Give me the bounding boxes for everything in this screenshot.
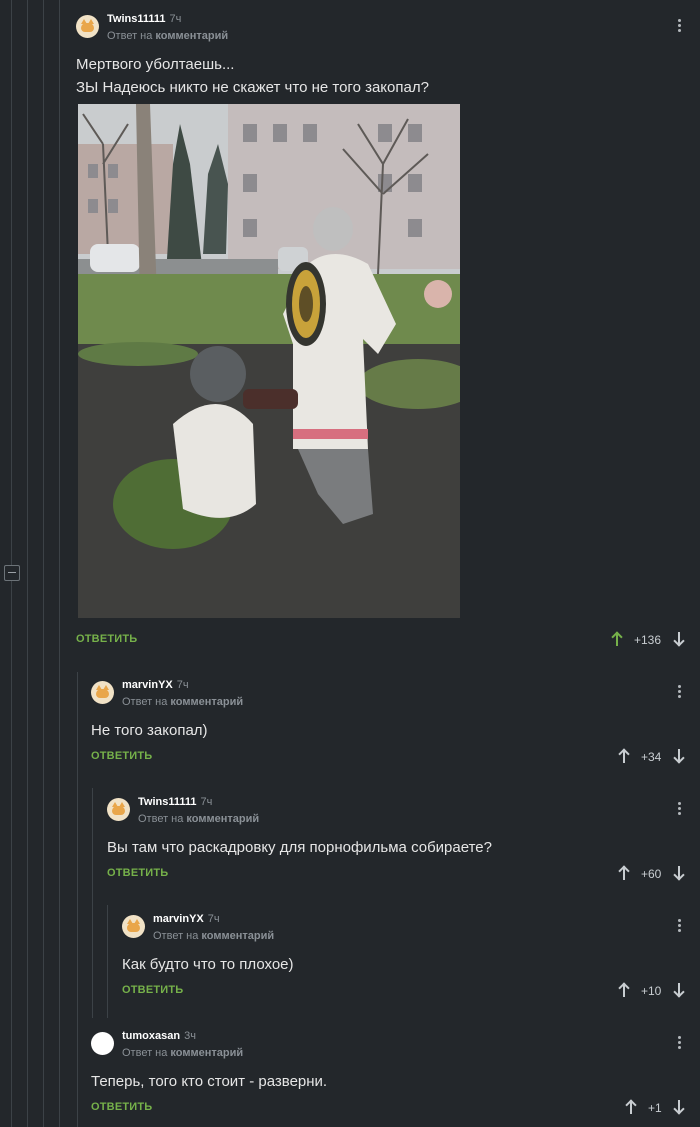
rating: +34 — [641, 750, 662, 764]
downvote-arrow-icon[interactable] — [673, 866, 685, 880]
comment-text-line: ЗЫ Надеюсь никто не скажет что не того з… — [76, 79, 429, 96]
thread-line — [43, 0, 44, 1127]
reply-button[interactable]: ОТВЕТИТЬ — [76, 633, 137, 645]
more-options-icon[interactable] — [678, 19, 682, 35]
more-options-icon[interactable] — [678, 1036, 682, 1052]
more-options-icon[interactable] — [678, 802, 682, 818]
username[interactable]: tumoxasan 3ч — [122, 1030, 196, 1042]
reply-to-meta: Ответ на комментарий — [122, 1047, 244, 1059]
more-options-icon[interactable] — [678, 919, 682, 935]
upvote-arrow-icon[interactable] — [618, 983, 630, 997]
reply-button[interactable]: ОТВЕТИТЬ — [91, 1101, 152, 1113]
username[interactable]: Twins11111 7ч — [107, 13, 181, 25]
parent-comment-link[interactable]: комментарий — [155, 30, 228, 42]
avatar[interactable] — [76, 15, 99, 38]
avatar[interactable] — [122, 915, 145, 938]
comment-time: 7ч — [200, 796, 213, 808]
upvote-arrow-icon[interactable] — [618, 749, 630, 763]
avatar-cat-icon — [81, 19, 94, 32]
thread-line — [59, 0, 60, 1127]
comment-text-line: Мертвого уболтаешь... — [76, 56, 235, 73]
upvote-arrow-icon[interactable] — [625, 1100, 637, 1114]
upvote-arrow-icon[interactable] — [618, 866, 630, 880]
avatar-cat-icon — [112, 802, 125, 815]
downvote-arrow-icon[interactable] — [673, 983, 685, 997]
downvote-arrow-icon[interactable] — [673, 1100, 685, 1114]
comment: marvinYX 7ч Ответ на комментарий Не того … — [91, 679, 687, 771]
comment: marvinYX 7ч Ответ на комментарий Как будт… — [122, 913, 687, 1005]
thread-line — [11, 0, 12, 1127]
comment-text: Не того закопал) — [91, 722, 208, 739]
comment-text: Вы там что раскадровку для порнофильма с… — [107, 839, 492, 856]
thread-line — [77, 672, 78, 1127]
username[interactable]: marvinYX 7ч — [122, 679, 189, 691]
parent-comment-link[interactable]: комментарий — [201, 930, 274, 942]
comment-text: Теперь, того кто стоит - разверни. — [91, 1073, 328, 1090]
thread-line — [92, 788, 93, 1018]
comment-text: Как будто что то плохое) — [122, 956, 294, 973]
thread-line — [27, 0, 28, 1127]
comment-image[interactable] — [78, 104, 460, 618]
reply-to-meta: Ответ на комментарий — [122, 696, 244, 708]
avatar[interactable] — [91, 1032, 114, 1055]
username[interactable]: marvinYX 7ч — [153, 913, 220, 925]
avatar-cat-icon — [96, 685, 109, 698]
downvote-arrow-icon[interactable] — [673, 749, 685, 763]
comment: tumoxasan 3ч Ответ на комментарий Теперь,… — [91, 1030, 687, 1122]
reply-to-meta: Ответ на комментарий — [107, 30, 229, 42]
avatar[interactable] — [91, 681, 114, 704]
more-options-icon[interactable] — [678, 685, 682, 701]
comment-time: 7ч — [176, 679, 189, 691]
parent-comment-link[interactable]: комментарий — [170, 1047, 243, 1059]
comment-time: 7ч — [207, 913, 220, 925]
avatar[interactable] — [107, 798, 130, 821]
reply-button[interactable]: ОТВЕТИТЬ — [122, 984, 183, 996]
rating: +1 — [648, 1101, 662, 1115]
reply-button[interactable]: ОТВЕТИТЬ — [91, 750, 152, 762]
comment: Twins11111 7ч Ответ на комментарий Вы там… — [107, 796, 687, 888]
rating: +136 — [634, 633, 662, 647]
thread-line — [107, 905, 108, 1018]
comment-time: 7ч — [169, 13, 182, 25]
reply-to-meta: Ответ на комментарий — [153, 930, 275, 942]
rating: +60 — [641, 867, 662, 881]
rating: +10 — [641, 984, 662, 998]
downvote-arrow-icon[interactable] — [673, 632, 685, 646]
username[interactable]: Twins11111 7ч — [138, 796, 212, 808]
reply-to-meta: Ответ на комментарий — [138, 813, 260, 825]
upvote-arrow-icon[interactable] — [611, 632, 623, 646]
collapse-thread-icon[interactable] — [4, 565, 20, 581]
parent-comment-link[interactable]: комментарий — [170, 696, 243, 708]
reply-button[interactable]: ОТВЕТИТЬ — [107, 867, 168, 879]
comment-time: 3ч — [184, 1030, 196, 1042]
parent-comment-link[interactable]: комментарий — [186, 813, 259, 825]
avatar-cat-icon — [127, 919, 140, 932]
photo-statues — [78, 104, 460, 618]
